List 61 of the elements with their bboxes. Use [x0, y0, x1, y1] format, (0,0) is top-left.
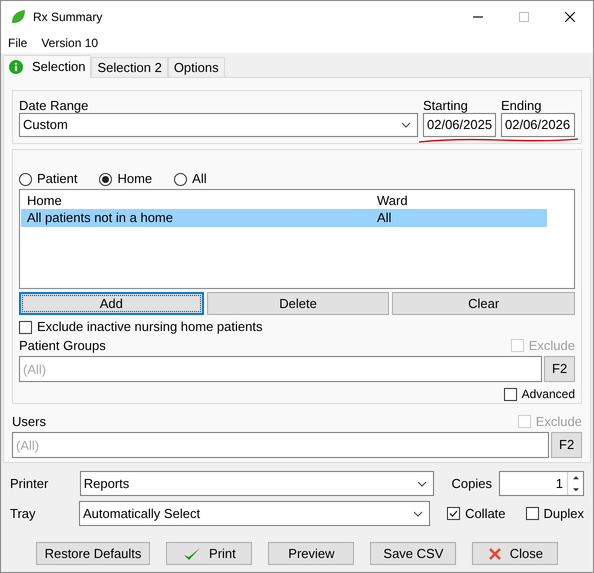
- checkbox[interactable]: [19, 320, 32, 334]
- f2-button[interactable]: F2: [551, 432, 582, 458]
- field-label: Users: [12, 412, 46, 430]
- list-cell-text: All patients not in a home: [26, 209, 174, 228]
- search-field[interactable]: (All): [19, 356, 542, 382]
- list-button[interactable]: Delete: [206, 292, 390, 315]
- date-field[interactable]: 02/06/2025: [423, 113, 496, 137]
- action-button[interactable]: Restore Defaults: [36, 542, 150, 565]
- checkbox[interactable]: [447, 507, 460, 520]
- checkbox[interactable]: [504, 388, 517, 400]
- checkmark-icon: [183, 546, 202, 562]
- field-label: Printer: [10, 474, 50, 493]
- field-label: Date Range: [19, 97, 90, 113]
- tab[interactable]: Selection: [3, 55, 92, 78]
- close-icon[interactable]: [565, 12, 575, 22]
- radio-label: Patient: [37, 170, 78, 188]
- action-button[interactable]: Preview: [268, 542, 354, 565]
- dropdown-field[interactable]: Automatically Select: [79, 501, 430, 526]
- date-field[interactable]: 02/06/2026: [501, 113, 575, 137]
- close-icon: [488, 546, 502, 560]
- action-button[interactable]: Print: [166, 542, 252, 565]
- checkbox-label: Duplex: [544, 504, 584, 523]
- chevron-down-icon: [417, 480, 428, 486]
- dropdown-field[interactable]: Reports: [80, 471, 434, 496]
- checkbox-label: Exclude: [536, 412, 582, 430]
- dropdown-field[interactable]: Custom: [19, 113, 418, 137]
- search-field[interactable]: (All): [12, 432, 550, 458]
- field-label: Patient Groups: [19, 336, 106, 355]
- field-label: Tray: [10, 504, 37, 523]
- list-button[interactable]: Add: [19, 292, 204, 315]
- chevron-down-icon: [401, 122, 411, 128]
- f2-button[interactable]: F2: [544, 356, 575, 382]
- checkbox-label: Collate: [465, 504, 506, 523]
- checkbox[interactable]: [526, 507, 539, 520]
- field-label: Ending: [501, 97, 542, 113]
- list-cell-text: All: [376, 209, 392, 228]
- list-button[interactable]: Clear: [392, 292, 576, 315]
- radio-button[interactable]: [99, 172, 112, 186]
- radio-label: All: [192, 170, 207, 188]
- tab[interactable]: Options: [168, 57, 225, 77]
- tab[interactable]: Selection 2: [91, 57, 168, 77]
- menu-item[interactable]: File: [8, 34, 28, 52]
- checkbox-label: Advanced: [522, 386, 575, 403]
- info-icon: [9, 60, 23, 74]
- checkbox-label: Exclude: [528, 336, 575, 354]
- checkbox-label: Exclude inactive nursing home patients: [37, 318, 262, 336]
- field-label: Copies: [451, 474, 493, 493]
- column-header: Home: [26, 192, 63, 210]
- radio-label: Home: [117, 170, 152, 188]
- chevron-down-icon: [413, 510, 424, 516]
- window-title: Rx Summary: [33, 9, 102, 26]
- action-button[interactable]: Close: [472, 542, 558, 565]
- field-label: Starting: [423, 97, 469, 113]
- leaf-icon: [10, 9, 26, 25]
- list-row[interactable]: All patients not in a home All: [21, 209, 547, 227]
- column-header: Ward: [376, 192, 408, 210]
- menu-item[interactable]: Version 10: [41, 34, 98, 52]
- action-button[interactable]: Save CSV: [370, 542, 456, 565]
- radio-button[interactable]: [174, 172, 188, 186]
- radio-button[interactable]: [19, 172, 32, 186]
- copies-spinner[interactable]: 1: [499, 471, 584, 496]
